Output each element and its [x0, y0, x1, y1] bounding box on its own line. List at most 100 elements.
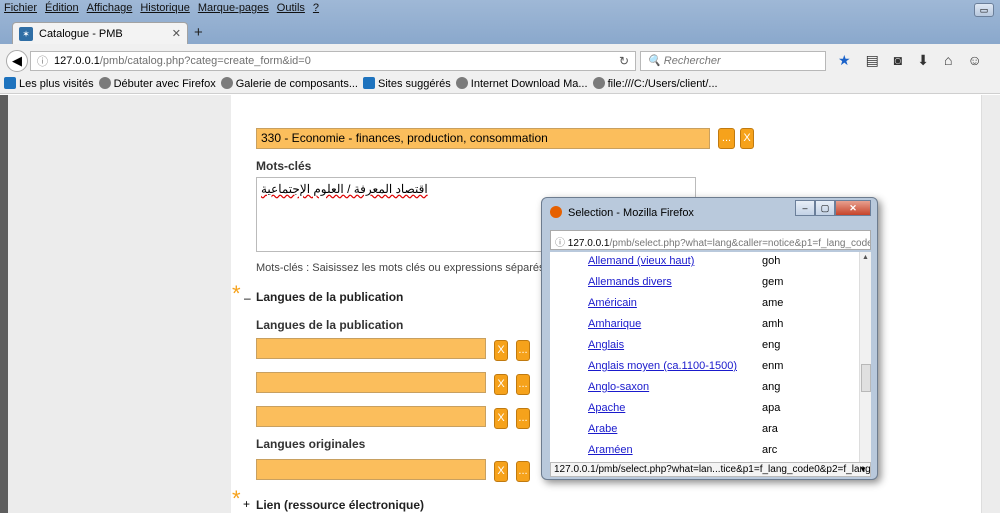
pocket-icon[interactable]: ◙ — [894, 52, 902, 69]
list-item[interactable]: Anglais moyen (ca.1100-1500) enm — [588, 360, 858, 372]
language-link[interactable]: Allemand (vieux haut) — [588, 255, 694, 267]
lang-field-1[interactable] — [256, 338, 486, 359]
orig-lang-label: Langues originales — [256, 437, 366, 451]
info-icon: ⓘ — [555, 238, 565, 249]
keywords-label: Mots-clés — [256, 159, 312, 173]
bookmark-file[interactable]: file:///C:/Users/client/... — [592, 76, 718, 90]
list-item[interactable]: Allemand (vieux haut) goh — [588, 255, 858, 267]
list-item[interactable]: Araméen arc — [588, 444, 858, 456]
toolbar-icons: ★ ▤ ◙ ⬇ ⌂ ☺ — [838, 52, 982, 69]
selection-popup-window: Selection - Mozilla Firefox – ▢ ✕ ⓘ 127.… — [541, 197, 878, 480]
language-link[interactable]: Araméen — [588, 444, 633, 456]
bookmark-star-icon[interactable]: ★ — [838, 52, 851, 69]
menu-affichage[interactable]: Affichage — [87, 2, 133, 18]
lang-section-title: Langues de la publication — [256, 290, 404, 304]
bookmark-label: Les plus visités — [19, 77, 94, 90]
bookmarks-list-icon[interactable]: ▤ — [866, 52, 879, 69]
orig-lang-field[interactable] — [256, 459, 486, 480]
bookmark-idm[interactable]: Internet Download Ma... — [455, 76, 588, 90]
menu-marque-pages[interactable]: Marque-pages — [198, 2, 269, 18]
search-input[interactable]: 🔍 Rechercher — [640, 51, 826, 71]
close-icon[interactable]: ✕ — [172, 27, 181, 40]
scroll-thumb[interactable] — [861, 364, 871, 392]
scroll-up-icon[interactable]: ▲ — [862, 254, 869, 261]
bookmark-most-visited[interactable]: Les plus visités — [4, 76, 94, 90]
menu-historique[interactable]: Historique — [140, 2, 190, 18]
smiley-icon[interactable]: ☺ — [967, 52, 981, 69]
list-item[interactable]: Allemands divers gem — [588, 276, 858, 288]
new-tab-button[interactable]: + — [194, 24, 203, 41]
menu-outils[interactable]: Outils — [277, 2, 305, 18]
language-link[interactable]: Apache — [588, 402, 625, 414]
popup-window-buttons: – ▢ ✕ — [795, 200, 871, 216]
menu-fichier[interactable]: Fichier — [4, 2, 37, 18]
lang-3-select-button[interactable]: ... — [516, 408, 530, 429]
bookmark-suggested[interactable]: Sites suggérés — [363, 76, 451, 90]
collapse-icon[interactable]: – — [244, 291, 251, 305]
orig-lang-select-button[interactable]: ... — [516, 461, 530, 482]
lang-3-clear-button[interactable]: X — [494, 408, 508, 429]
menu-edition[interactable]: Édition — [45, 2, 79, 18]
popup-close-button[interactable]: ✕ — [835, 200, 871, 216]
link-section-title: Lien (ressource électronique) — [256, 498, 425, 512]
tab-title: Catalogue - PMB — [39, 27, 123, 40]
back-button[interactable]: ◀ — [6, 50, 28, 72]
language-link[interactable]: Anglais moyen (ca.1100-1500) — [588, 360, 737, 372]
popup-scrollbar[interactable]: ▲ — [859, 252, 871, 464]
list-item[interactable]: Apache apa — [588, 402, 858, 414]
minimize-button[interactable]: ▭ — [974, 3, 994, 17]
bookmark-label: file:///C:/Users/client/... — [607, 77, 718, 90]
home-icon[interactable]: ⌂ — [944, 52, 952, 69]
menu-aide[interactable]: ? — [313, 2, 319, 18]
keywords-hint: Mots-clés : Saisissez les mots clés ou e… — [256, 262, 564, 274]
download-icon[interactable]: ⬇ — [917, 52, 929, 69]
pmb-favicon-icon: ✶ — [19, 26, 33, 41]
lang-field-2[interactable] — [256, 372, 486, 393]
category-clear-button[interactable]: X — [740, 128, 754, 149]
bookmark-getting-started[interactable]: Débuter avec Firefox — [98, 76, 216, 90]
language-code: ang — [762, 381, 781, 393]
language-link[interactable]: Américain — [588, 297, 637, 309]
category-select-button[interactable]: ... — [718, 128, 735, 149]
lang-1-select-button[interactable]: ... — [516, 340, 530, 361]
list-item[interactable]: Arabe ara — [588, 423, 858, 435]
category-field[interactable]: 330 - Economie - finances, production, c… — [256, 128, 710, 149]
info-icon[interactable]: ⓘ — [37, 53, 48, 69]
language-link[interactable]: Allemands divers — [588, 276, 672, 288]
language-link[interactable]: Anglais — [588, 339, 624, 351]
chevron-down-icon[interactable]: ▼ — [859, 465, 867, 474]
navigation-toolbar: ◀ ⓘ 127.0.0.1 /pmb/catalog.php?categ=cre… — [0, 44, 1000, 94]
language-link[interactable]: Arabe — [588, 423, 617, 435]
reload-icon[interactable]: ↻ — [619, 54, 629, 68]
popup-titlebar: Selection - Mozilla Firefox – ▢ ✕ — [542, 198, 877, 226]
language-link[interactable]: Amharique — [588, 318, 641, 330]
list-item[interactable]: Américain ame — [588, 297, 858, 309]
page-scrollbar[interactable] — [981, 95, 1000, 513]
globe-icon — [220, 76, 233, 89]
list-item[interactable]: Anglais eng — [588, 339, 858, 351]
tab-catalogue[interactable]: ✶ Catalogue - PMB ✕ — [12, 22, 188, 44]
popup-minimize-button[interactable]: – — [795, 200, 815, 216]
language-code: apa — [762, 402, 781, 414]
bookmark-label: Sites suggérés — [378, 77, 451, 90]
popup-maximize-button[interactable]: ▢ — [815, 200, 835, 216]
left-panel — [8, 95, 231, 513]
list-item[interactable]: Anglo-saxon ang — [588, 381, 858, 393]
url-bar[interactable]: ⓘ 127.0.0.1 /pmb/catalog.php?categ=creat… — [30, 51, 636, 71]
status-text: 127.0.0.1/pmb/select.php?what=lan...tice… — [554, 464, 871, 475]
lang-field-3[interactable] — [256, 406, 486, 427]
language-code: goh — [762, 255, 781, 267]
list-item[interactable]: Amharique amh — [588, 318, 858, 330]
bookmark-label: Galerie de composants... — [235, 77, 358, 90]
popup-url-bar[interactable]: ⓘ 127.0.0.1/pmb/select.php?what=lang&cal… — [550, 230, 871, 250]
lang-2-select-button[interactable]: ... — [516, 374, 530, 395]
language-code: ame — [762, 297, 784, 309]
language-link[interactable]: Anglo-saxon — [588, 381, 649, 393]
lang-1-clear-button[interactable]: X — [494, 340, 508, 361]
lang-2-clear-button[interactable]: X — [494, 374, 508, 395]
url-host: 127.0.0.1 — [54, 55, 100, 67]
expand-icon[interactable]: + — [243, 497, 250, 511]
bookmark-gallery[interactable]: Galerie de composants... — [220, 76, 358, 90]
category-value: 330 - Economie - finances, production, c… — [261, 131, 548, 145]
orig-lang-clear-button[interactable]: X — [494, 461, 508, 482]
